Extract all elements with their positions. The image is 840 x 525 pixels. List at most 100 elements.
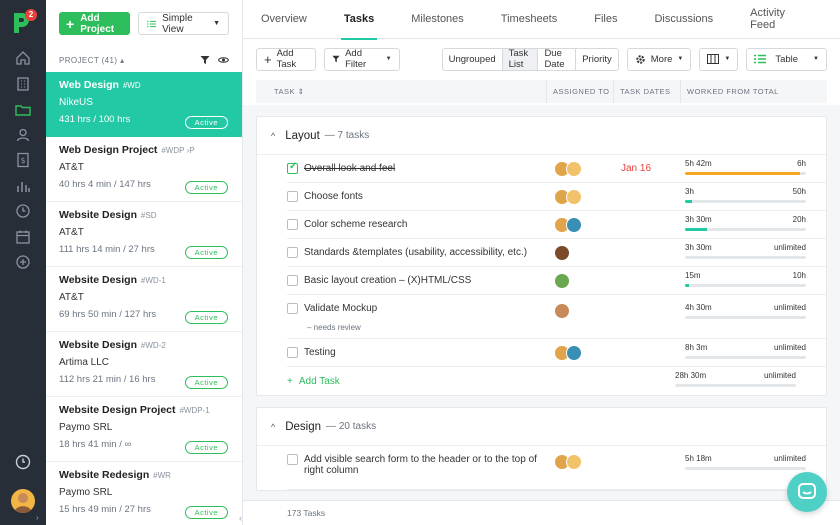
task-checkbox[interactable] [287,347,298,358]
eye-icon[interactable] [218,55,229,65]
project-item[interactable]: Website Redesign #WR Paymo SRL 15 hrs 49 m… [46,462,242,525]
chart-icon[interactable] [14,177,32,195]
plus-icon: + [287,375,293,387]
segment-task-list[interactable]: Task List [502,48,539,70]
project-count-label[interactable]: PROJECT (41) ▴ [59,56,124,65]
task-row[interactable]: Standards &templates (usability, accessi… [287,239,826,267]
task-checkbox[interactable] [287,303,298,314]
avatar[interactable] [566,344,582,361]
assigned-column-header[interactable]: ASSIGNED TO [546,80,613,103]
avatar[interactable] [554,244,570,261]
app-logo[interactable]: 2 [11,9,37,35]
avatar[interactable] [554,303,570,319]
task-row[interactable]: Basic layout creation – (X)HTML/CSS 15m 10… [287,267,826,295]
task-name[interactable]: Testing [304,347,554,358]
tab-activity-feed[interactable]: Activity Feed [750,0,803,39]
task-column-header[interactable]: TASK ⇕ [256,87,546,96]
project-item[interactable]: Website Design #WD-1 AT&T 69 hrs 50 min / … [46,267,242,332]
task-name[interactable]: Color scheme research [304,219,554,230]
task-row[interactable]: Overall look and feel Jan 16 5h 42m 6h [287,155,826,183]
tab-overview[interactable]: Overview [261,0,307,39]
project-name: Website Design #WD-2 [59,339,229,351]
columns-button[interactable]: ▼ [699,47,739,71]
group-header[interactable]: ^ Layout — 7 tasks [257,117,826,155]
filter-icon[interactable] [200,55,210,65]
task-row[interactable]: Choose fonts 3h 50h [287,183,826,211]
project-item[interactable]: Website Design #SD AT&T 111 hrs 14 min / 2… [46,202,242,267]
tab-timesheets[interactable]: Timesheets [501,0,557,39]
add-filter-button[interactable]: Add Filter ▼ [324,47,400,71]
segment-due-date[interactable]: Due Date [538,48,577,70]
avatar[interactable] [566,454,582,470]
task-checkbox[interactable] [287,191,298,202]
avatar[interactable] [566,160,582,177]
assignees[interactable] [554,244,618,261]
table-view-button[interactable]: Table ▼ [746,47,827,71]
assignees[interactable] [554,344,618,361]
task-checkbox[interactable] [287,219,298,230]
segment-priority[interactable]: Priority [576,49,618,70]
total-time: unlimited [773,454,806,463]
assignees[interactable] [554,160,618,177]
task-checkbox[interactable] [287,454,298,465]
task-name[interactable]: Basic layout creation – (X)HTML/CSS [304,275,554,286]
clock-icon[interactable] [14,202,32,220]
assignees[interactable] [554,272,618,289]
timer-icon[interactable] [14,453,32,471]
invoice-icon[interactable]: $ [14,151,32,169]
task-checkbox[interactable] [287,275,298,286]
worked-progress: 3h 30m 20h [685,215,806,235]
assignees[interactable] [554,454,618,470]
tab-discussions[interactable]: Discussions [654,0,713,39]
building-icon[interactable] [14,75,32,93]
chevron-up-icon[interactable]: ^ [271,131,275,141]
home-icon[interactable] [14,49,32,67]
add-project-button[interactable]: + Add Project [59,12,131,35]
dates-column-header[interactable]: TASK DATES [613,80,680,103]
chevron-up-icon[interactable]: ^ [271,422,275,432]
task-row[interactable]: Testing 8h 3m unlimited [287,339,826,367]
user-icon[interactable] [14,126,32,144]
user-avatar[interactable] [11,489,35,513]
project-item[interactable]: Web Design Project #WDP ›P AT&T 40 hrs 4 m… [46,137,242,202]
avatar[interactable] [566,188,582,205]
assignees[interactable] [554,216,618,233]
avatar[interactable] [566,216,582,233]
collapse-panel-icon[interactable]: ‹ [239,513,242,523]
worked-time: 8h 3m [685,342,708,352]
tab-milestones[interactable]: Milestones [411,0,464,39]
folder-icon[interactable] [14,101,32,119]
task-row[interactable]: Color scheme research 3h 30m 20h [287,211,826,239]
task-name[interactable]: Choose fonts [304,191,554,202]
calendar-icon[interactable] [14,228,32,246]
avatar[interactable] [554,272,570,289]
notification-badge[interactable]: 2 [25,9,37,21]
chat-button[interactable] [787,472,827,512]
plus-circle-icon[interactable] [14,253,32,271]
assignees[interactable] [554,303,618,319]
task-groups: ^ Layout — 7 tasks Overall look and feel Jan… [243,105,840,500]
chevron-right-icon[interactable]: › [36,513,39,522]
project-item[interactable]: Web Design #WD NikeUS 431 hrs / 100 hrs Act… [46,72,242,137]
view-select[interactable]: Simple View ▼ [138,12,229,35]
task-row[interactable]: Add visible search form to the header or… [287,446,826,490]
worked-column-header[interactable]: WORKED FROM TOTAL [680,80,827,103]
task-checkbox[interactable] [287,247,298,258]
add-task-row[interactable]: + Add Task 28h 30m unlimited [287,367,826,395]
assignees[interactable] [554,188,618,205]
group-header[interactable]: ^ Design — 20 tasks [257,408,826,446]
task-name[interactable]: Validate Mockup [304,303,554,314]
task-name[interactable]: Add visible search form to the header or… [304,454,554,476]
tab-files[interactable]: Files [594,0,617,39]
segment-ungrouped[interactable]: Ungrouped [443,48,503,70]
task-row[interactable]: Validate Mockup – needs review 4h 30m unlim… [287,295,826,339]
task-checkbox[interactable] [287,161,298,174]
project-item[interactable]: Website Design #WD-2 Artima LLC 112 hrs 21… [46,332,242,397]
add-task-button[interactable]: + Add Task [256,47,317,71]
tab-tasks[interactable]: Tasks [340,0,378,40]
project-item[interactable]: Website Design Project #WDP-1 Paymo SRL 18… [46,397,242,462]
task-group: ^ Design — 20 tasks Add visible search form… [256,407,827,491]
task-name[interactable]: Overall look and feel [304,163,554,174]
more-button[interactable]: More ▼ [626,47,692,71]
task-name[interactable]: Standards &templates (usability, accessi… [304,247,554,258]
